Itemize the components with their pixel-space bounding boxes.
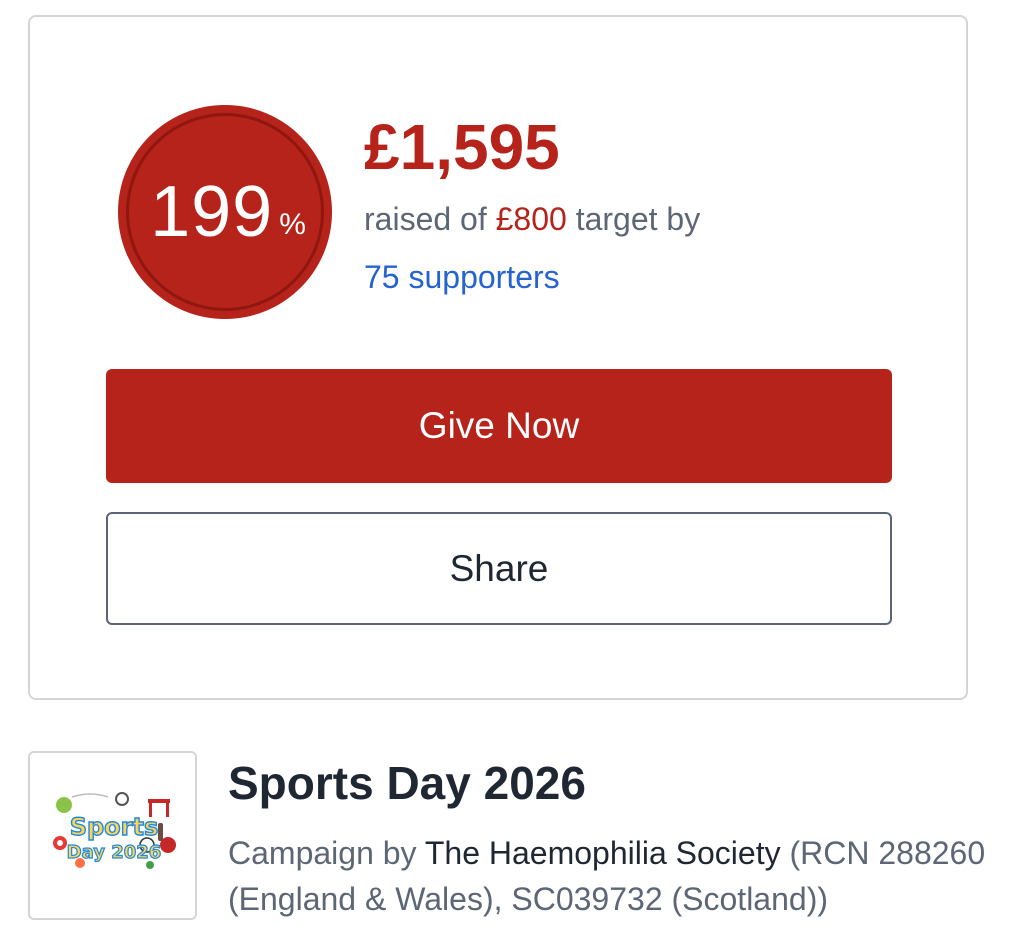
- sports-day-logo-icon: Sports Day 2026: [53, 792, 176, 869]
- progress-ring: 199 %: [118, 105, 332, 319]
- target-amount: £800: [495, 201, 567, 237]
- amount-raised: £1,595: [364, 111, 560, 183]
- donation-card: 199 % £1,595 raised of £800 target by 75…: [28, 15, 968, 700]
- progress-percent-value: 199: [150, 172, 274, 252]
- svg-text:Sports: Sports: [70, 813, 159, 841]
- share-button[interactable]: Share: [106, 512, 892, 625]
- progress-percent-symbol: %: [279, 208, 306, 241]
- organization-link[interactable]: The Haemophilia Society: [425, 835, 781, 871]
- campaign-title: Sports Day 2026: [228, 757, 586, 809]
- raised-summary: raised of £800 target by: [364, 200, 700, 238]
- give-now-button[interactable]: Give Now: [106, 369, 892, 483]
- progress-percent: 199 %: [118, 105, 332, 319]
- campaign-description: Campaign by The Haemophilia Society (RCN…: [228, 830, 1008, 923]
- raised-prefix: raised of: [364, 201, 487, 237]
- campaign-by-prefix: Campaign by: [228, 835, 417, 871]
- raised-suffix: target by: [575, 201, 701, 237]
- supporters-link[interactable]: 75 supporters: [364, 258, 560, 296]
- campaign-logo: Sports Day 2026: [28, 751, 197, 920]
